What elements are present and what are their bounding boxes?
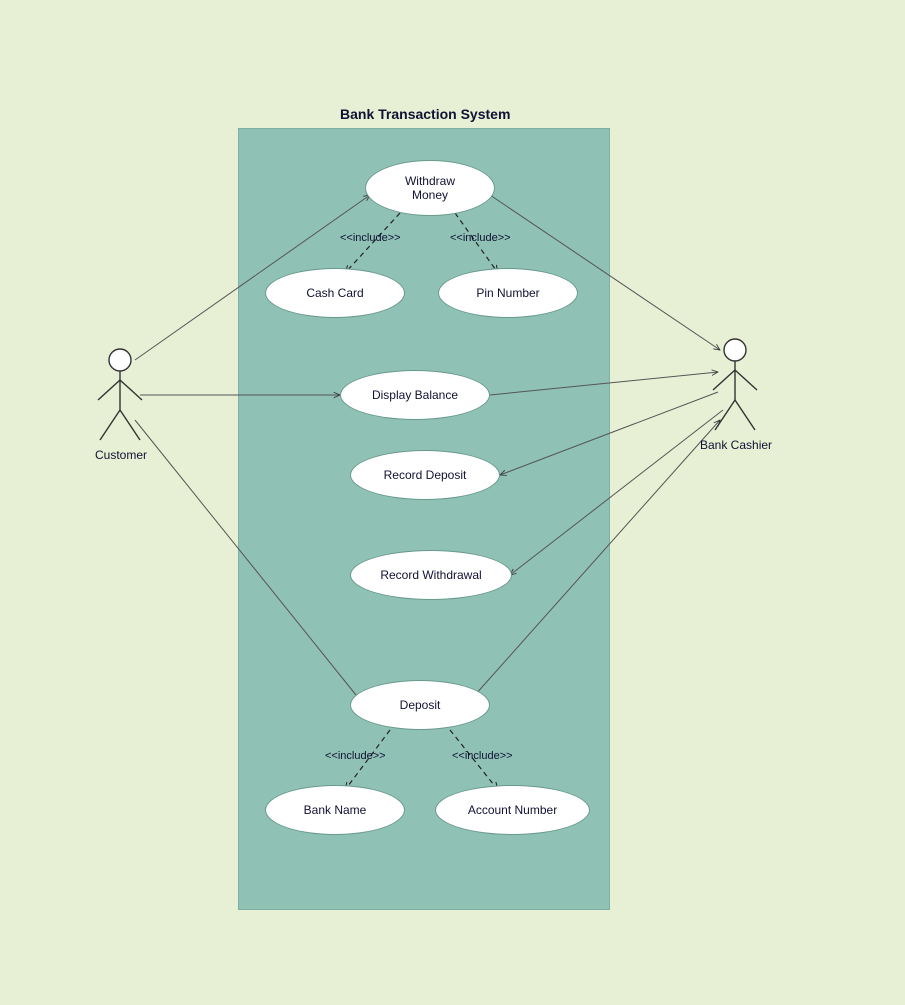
usecase-account-number: Account Number	[435, 785, 590, 835]
include-label-1: <<include>>	[340, 232, 401, 244]
actor-cashier-label: Bank Cashier	[700, 438, 772, 452]
edge-deposit-cashier	[475, 420, 720, 695]
usecase-cash-card: Cash Card	[265, 268, 405, 318]
edge-cashier-recdep	[500, 392, 718, 475]
usecase-record-deposit: Record Deposit	[350, 450, 500, 500]
connector-layer	[0, 0, 905, 1005]
edge-display-cashier	[490, 372, 718, 395]
include-label-4: <<include>>	[452, 750, 513, 762]
include-label-3: <<include>>	[325, 750, 386, 762]
diagram-canvas: Bank Transaction System	[0, 0, 905, 1005]
actor-cashier	[713, 339, 757, 430]
usecase-withdraw-money: Withdraw Money	[365, 160, 495, 216]
usecase-display-balance: Display Balance	[340, 370, 490, 420]
usecase-deposit: Deposit	[350, 680, 490, 730]
include-label-2: <<include>>	[450, 232, 511, 244]
actor-customer-label: Customer	[95, 448, 147, 462]
edge-customer-deposit	[135, 420, 360, 700]
usecase-bank-name: Bank Name	[265, 785, 405, 835]
usecase-pin-number: Pin Number	[438, 268, 578, 318]
usecase-record-withdrawal: Record Withdrawal	[350, 550, 512, 600]
actor-customer	[98, 349, 142, 440]
edge-cashier-recwith	[510, 410, 723, 575]
